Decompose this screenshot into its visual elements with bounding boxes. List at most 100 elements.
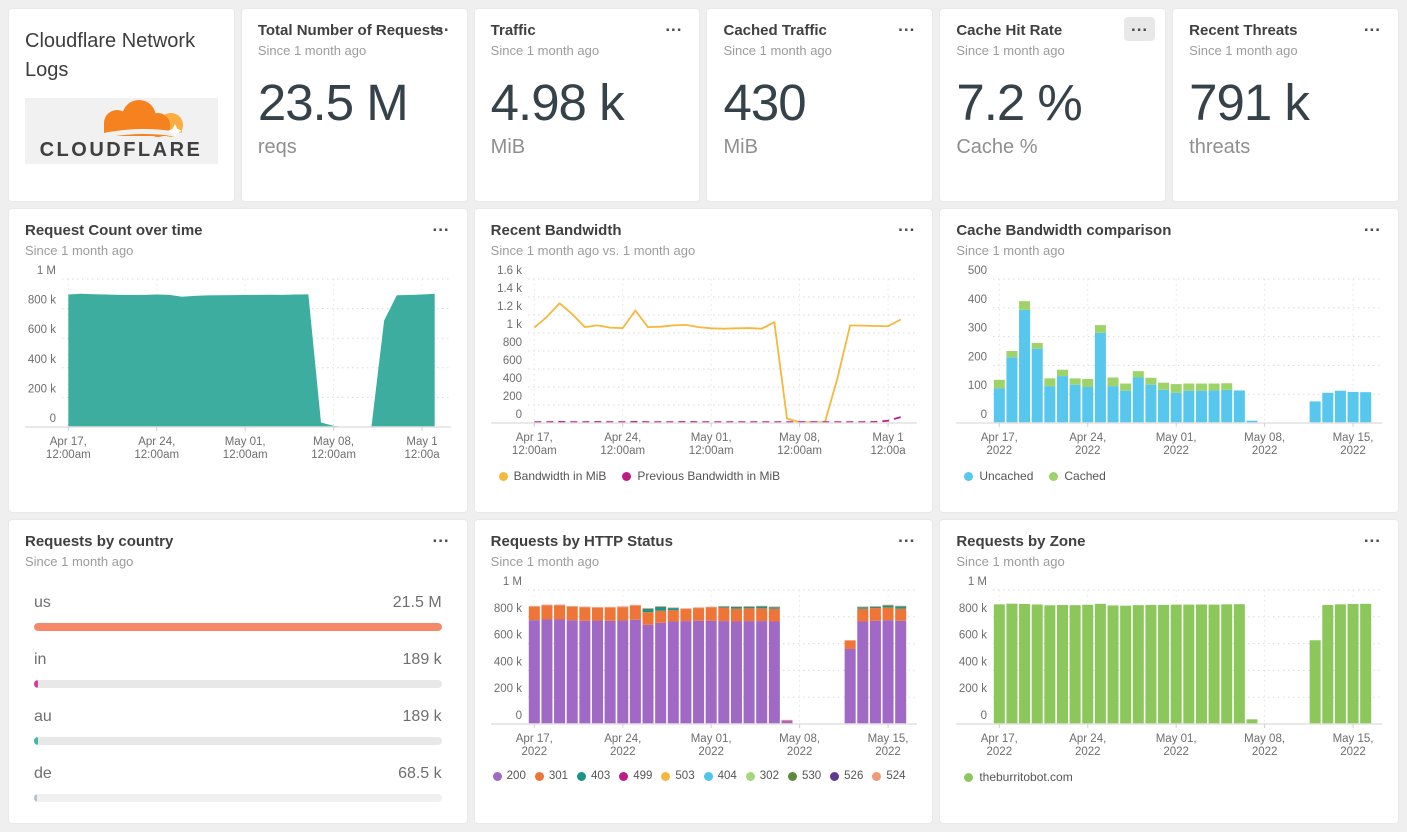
svg-text:0: 0 <box>981 710 987 722</box>
svg-text:2022: 2022 <box>698 746 724 758</box>
panel-request-count: ... Request Count over time Since 1 mont… <box>8 208 468 513</box>
svg-text:12:00am: 12:00am <box>46 449 91 461</box>
legend-item-530[interactable]: 530 <box>787 770 821 782</box>
svg-text:Apr 24,: Apr 24, <box>604 432 641 444</box>
stat-title: Total Number of Requests <box>257 22 444 39</box>
svg-text:12:00am: 12:00am <box>600 445 645 457</box>
svg-text:May 15,: May 15, <box>867 733 908 745</box>
legend-item-503[interactable]: 503 <box>661 770 695 782</box>
legend-dot-icon <box>830 771 840 781</box>
svg-text:400 k: 400 k <box>494 656 522 668</box>
country-bar-fill <box>34 623 442 631</box>
svg-text:0: 0 <box>50 413 56 425</box>
svg-text:May 08,: May 08, <box>313 436 354 448</box>
legend-item-bandwidth-in-mib[interactable]: Bandwidth in MiB <box>498 469 606 483</box>
country-label: au <box>34 708 52 725</box>
panel-menu-button[interactable]: ... <box>425 528 456 552</box>
panel-requests-by-http-status: ... Requests by HTTP Status Since 1 mont… <box>473 519 934 824</box>
svg-text:Apr 17,: Apr 17, <box>981 432 1018 444</box>
bandwidth-legend: Bandwidth in MiB Previous Bandwidth in Mi… <box>491 469 917 483</box>
svg-text:400 k: 400 k <box>28 354 56 366</box>
bottom-charts-row: ... Requests by country Since 1 month ag… <box>8 519 1399 824</box>
legend-item-403[interactable]: 403 <box>577 770 610 782</box>
svg-text:May 15,: May 15, <box>1333 733 1374 745</box>
svg-text:Apr 17,: Apr 17, <box>50 436 87 448</box>
legend-item-526[interactable]: 526 <box>830 770 863 782</box>
http-status-stacked-bar-chart: 1 M800 k600 k400 k200 k0Apr 17,2022Apr 2… <box>490 576 917 758</box>
svg-text:400: 400 <box>968 294 987 306</box>
legend-item-499[interactable]: 499 <box>619 770 652 782</box>
stat-unit: reqs <box>257 136 297 158</box>
legend-item-301[interactable]: 301 <box>534 770 568 782</box>
legend-dot-icon <box>534 771 544 781</box>
cloudflare-logo-text: CLOUDFLARE <box>40 139 203 161</box>
panel-menu-button[interactable]: ... <box>891 217 922 241</box>
legend-item-previous-bandwidth-in-mib[interactable]: Previous Bandwidth in MiB <box>622 469 780 483</box>
legend-item-cached[interactable]: Cached <box>1049 469 1106 483</box>
svg-text:1 M: 1 M <box>37 265 56 277</box>
stat-card-total-requests: ... Total Number of Requests Since 1 mon… <box>240 8 468 202</box>
svg-text:12:00a: 12:00a <box>870 445 906 457</box>
legend-item-524[interactable]: 524 <box>872 770 906 782</box>
svg-text:2022: 2022 <box>610 746 636 758</box>
stat-title: Recent Threats <box>1189 22 1298 39</box>
legend-dot-icon <box>1049 471 1059 481</box>
country-value: 21.5 M <box>392 594 442 611</box>
svg-text:May 08,: May 08, <box>1244 432 1285 444</box>
svg-text:1.6 k: 1.6 k <box>497 265 522 277</box>
svg-text:Apr 24,: Apr 24, <box>604 733 641 745</box>
panel-menu-button[interactable]: ... <box>1123 17 1156 41</box>
country-bar-list: us 21.5 M in 189 k au 189 k de 68.5 k <box>25 594 451 802</box>
panel-menu-button[interactable]: ... <box>425 217 456 241</box>
legend-item-302[interactable]: 302 <box>745 770 779 782</box>
svg-text:2022: 2022 <box>1164 445 1190 457</box>
svg-text:200 k: 200 k <box>959 683 987 695</box>
panel-subtitle: Since 1 month ago <box>490 554 600 569</box>
svg-text:Apr 17,: Apr 17, <box>515 432 552 444</box>
legend-dot-icon <box>787 771 797 781</box>
country-bar-fill <box>34 794 37 802</box>
legend-item-404[interactable]: 404 <box>703 770 737 782</box>
svg-text:200: 200 <box>502 391 521 403</box>
panel-menu-button[interactable]: ... <box>1357 528 1388 552</box>
top-stats-row: Cloudflare Network Logs CLOUDFLARE ... T… <box>8 8 1399 202</box>
stat-title: Traffic <box>490 22 536 39</box>
svg-text:May 01,: May 01, <box>1156 432 1197 444</box>
stat-unit: MiB <box>490 136 526 158</box>
svg-text:May 1: May 1 <box>872 432 903 444</box>
legend-item-200[interactable]: 200 <box>492 770 526 782</box>
legend-dot-icon <box>498 471 508 481</box>
panel-subtitle: Since 1 month ago vs. 1 month ago <box>490 243 696 258</box>
svg-text:200: 200 <box>968 351 987 363</box>
country-bar-track <box>34 623 442 631</box>
svg-text:200 k: 200 k <box>494 683 522 695</box>
panel-requests-by-country: ... Requests by country Since 1 month ag… <box>8 519 468 824</box>
panel-menu-button[interactable]: ... <box>1357 217 1388 241</box>
country-value: 189 k <box>402 708 442 725</box>
stat-card-cache-hit-rate: ... Cache Hit Rate Since 1 month ago 7.2… <box>939 8 1167 202</box>
svg-text:Apr 17,: Apr 17, <box>515 733 552 745</box>
svg-text:600 k: 600 k <box>959 630 987 642</box>
stat-unit: MiB <box>723 136 758 158</box>
legend-item-uncached[interactable]: Uncached <box>964 469 1033 483</box>
panel-subtitle: Since 1 month ago <box>25 554 134 569</box>
country-label: us <box>34 594 51 611</box>
bandwidth-line-chart: 1.6 k1.4 k1.2 k1 k8006004002000Apr 17,12… <box>490 265 917 457</box>
stat-subtitle: Since 1 month ago <box>723 43 832 58</box>
panel-menu-button[interactable]: ... <box>425 17 456 41</box>
country-label: in <box>34 651 47 668</box>
legend-item-theburritobot-com[interactable]: theburritobot.com <box>964 770 1073 784</box>
country-row-au: au 189 k <box>34 708 442 745</box>
stat-unit: Cache % <box>956 136 1038 158</box>
svg-text:200 k: 200 k <box>28 383 56 395</box>
panel-subtitle: Since 1 month ago <box>25 243 134 258</box>
svg-text:1 M: 1 M <box>502 576 521 588</box>
svg-text:1 k: 1 k <box>506 319 522 331</box>
panel-menu-button[interactable]: ... <box>891 528 922 552</box>
panel-menu-button[interactable]: ... <box>658 17 689 41</box>
stat-subtitle: Since 1 month ago <box>257 43 367 58</box>
svg-text:0: 0 <box>981 409 987 421</box>
panel-menu-button[interactable]: ... <box>891 17 922 41</box>
panel-menu-button[interactable]: ... <box>1357 17 1388 41</box>
stat-card-traffic: ... Traffic Since 1 month ago 4.98 k MiB <box>473 8 701 202</box>
